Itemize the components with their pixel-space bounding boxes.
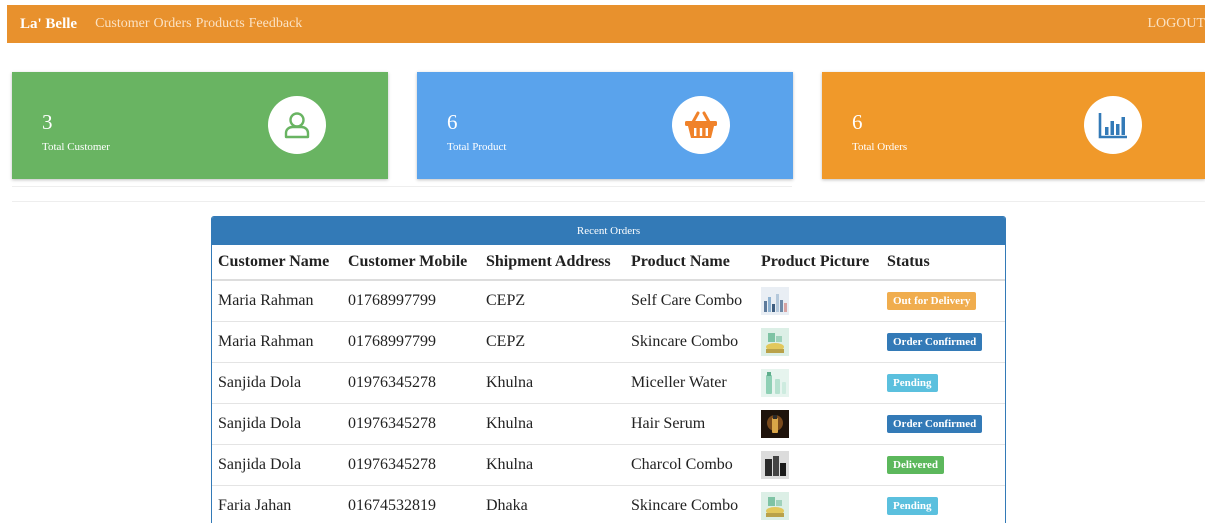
product-picture [755,403,881,445]
shipment-address: Dhaka [480,485,625,523]
total-product-value: 6 [447,110,458,134]
customer-name: Sanjida Dola [212,444,342,486]
total-product-label: Total Product [447,141,507,153]
customer-mobile: 01976345278 [342,362,480,404]
column-header-customer-name: Customer Name [212,245,342,281]
recent-orders-table: Customer Name Customer Mobile Shipment A… [212,245,1005,523]
table-row: Maria Rahman 01768997799 CEPZ Self Care … [212,280,1005,322]
column-header-shipment-address: Shipment Address [480,245,625,281]
status-badge: Order Confirmed [887,415,983,433]
status-badge: Order Confirmed [887,333,983,351]
nav-link-orders[interactable]: Orders [154,16,192,32]
product-name: Skincare Combo [625,321,755,363]
column-header-product-picture: Product Picture [755,245,881,281]
product-name: Skincare Combo [625,485,755,523]
brand-logo[interactable]: La' Belle [20,16,77,33]
product-name: Self Care Combo [625,280,755,322]
total-customer-card: 3 Total Customer [12,72,388,179]
status-badge: Pending [887,497,938,515]
top-navbar: La' Belle Customer Orders Products Feedb… [7,5,1205,43]
miceller-water-image [761,368,789,397]
hair-serum-image [761,409,789,438]
product-picture [755,280,881,322]
customer-name: Sanjida Dola [212,362,342,404]
nav-link-customer[interactable]: Customer [95,16,149,32]
table-row: Sanjida Dola 01976345278 Khulna Charcol … [212,444,1005,486]
bar-chart-icon [1084,96,1142,154]
table-header-row: Customer Name Customer Mobile Shipment A… [212,245,1005,281]
product-picture [755,321,881,363]
shipment-address: Khulna [480,403,625,445]
shipment-address: CEPZ [480,280,625,322]
table-row: Faria Jahan 01674532819 Dhaka Skincare C… [212,485,1005,523]
product-name: Hair Serum [625,403,755,445]
total-orders-value: 6 [852,110,863,134]
basket-icon [672,96,730,154]
product-name: Charcol Combo [625,444,755,486]
order-status: Delivered [881,444,1005,486]
column-header-customer-mobile: Customer Mobile [342,245,480,281]
skincare-combo-image [761,327,789,356]
status-badge: Delivered [887,456,945,474]
column-header-product-name: Product Name [625,245,755,281]
shipment-address: Khulna [480,444,625,486]
customer-mobile: 01674532819 [342,485,480,523]
total-orders-card: 6 Total Orders [822,72,1205,179]
recent-orders-title: Recent Orders [212,217,1005,245]
total-orders-label: Total Orders [852,141,908,153]
product-picture [755,444,881,486]
skincare-combo-image [761,491,789,520]
customer-mobile: 01768997799 [342,321,480,363]
customer-name: Maria Rahman [212,280,342,322]
total-product-card: 6 Total Product [417,72,793,179]
table-row: Sanjida Dola 01976345278 Khulna Hair Ser… [212,403,1005,445]
nav-link-feedback[interactable]: Feedback [249,16,303,32]
order-status: Order Confirmed [881,403,1005,445]
order-status: Out for Delivery [881,280,1005,322]
customer-mobile: 01768997799 [342,280,480,322]
total-customer-value: 3 [42,110,53,134]
table-row: Maria Rahman 01768997799 CEPZ Skincare C… [212,321,1005,363]
shipment-address: Khulna [480,362,625,404]
order-status: Pending [881,362,1005,404]
divider [12,186,792,187]
product-picture [755,362,881,404]
total-customer-label: Total Customer [42,141,110,153]
status-badge: Pending [887,374,938,392]
product-name: Miceller Water [625,362,755,404]
nav-link-products[interactable]: Products [196,16,245,32]
customer-mobile: 01976345278 [342,403,480,445]
customer-name: Maria Rahman [212,321,342,363]
order-status: Order Confirmed [881,321,1005,363]
customer-name: Sanjida Dola [212,403,342,445]
product-picture [755,485,881,523]
table-row: Sanjida Dola 01976345278 Khulna Miceller… [212,362,1005,404]
charcol-combo-image [761,450,789,479]
customer-name: Faria Jahan [212,485,342,523]
column-header-status: Status [881,245,1005,281]
status-badge: Out for Delivery [887,292,977,311]
logout-link[interactable]: LOGOUT [1147,16,1205,32]
self-care-combo-image [761,286,789,315]
recent-orders-panel: Recent Orders Customer Name Customer Mob… [211,216,1006,523]
customer-mobile: 01976345278 [342,444,480,486]
shipment-address: CEPZ [480,321,625,363]
user-icon [268,96,326,154]
order-status: Pending [881,485,1005,523]
divider [12,201,1205,202]
